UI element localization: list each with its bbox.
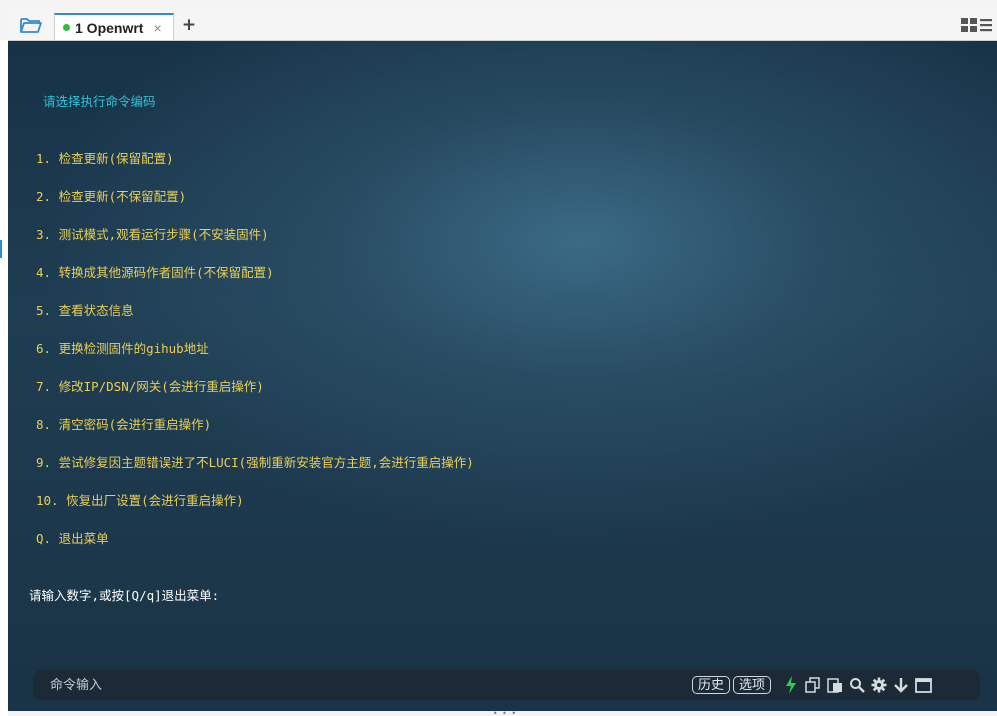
folder-open-icon[interactable]	[18, 15, 44, 35]
menu-option: 1. 检查更新(保留配置)	[36, 151, 174, 166]
tab-bar: 1 Openwrt × +	[8, 9, 997, 41]
bolt-icon[interactable]	[782, 676, 800, 694]
menu-option: 10. 恢复出厂设置(会进行重启操作)	[36, 493, 244, 508]
tab-label: 1 Openwrt	[75, 19, 144, 36]
resize-handle[interactable]: • • • •	[490, 710, 520, 716]
options-button[interactable]: 选项	[733, 676, 772, 694]
arrow-down-icon[interactable]	[892, 676, 910, 694]
terminal-view[interactable]: 请选择执行命令编码 1. 检查更新(保留配置) 2. 检查更新(不保留配置) 3…	[8, 41, 997, 711]
command-bar: 历史 选项	[33, 670, 980, 700]
left-panel-edge	[0, 40, 8, 716]
history-button[interactable]: 历史	[692, 676, 731, 694]
paste-icon[interactable]	[826, 676, 844, 694]
input-prompt: 请输入数字,或按[Q/q]退出菜单:	[29, 588, 220, 603]
app-window: 1 Openwrt × + 请选择执行命令编码 1. 检查更新(保留配置) 2.…	[0, 0, 997, 716]
menu-option: 3. 测试模式,观看运行步骤(不安装固件)	[36, 227, 269, 242]
menu-option: 9. 尝试修复因主题错误进了不LUCI(强制重新安装官方主题,会进行重启操作)	[36, 455, 474, 470]
connected-status-dot	[63, 24, 70, 31]
menu-option: 5. 查看状态信息	[36, 303, 134, 318]
tab-openwrt[interactable]: 1 Openwrt ×	[54, 13, 174, 40]
gear-icon[interactable]	[870, 676, 888, 694]
left-panel-marker	[0, 240, 2, 258]
menu-option: Q. 退出菜单	[36, 531, 109, 546]
menu-option: 6. 更换检测固件的gihub地址	[36, 341, 209, 356]
menu-option: 2. 检查更新(不保留配置)	[36, 189, 187, 204]
search-icon[interactable]	[848, 676, 866, 694]
terminal-output: 请选择执行命令编码 1. 检查更新(保留配置) 2. 检查更新(不保留配置) 3…	[8, 41, 474, 603]
menu-option: 4. 转换成其他源码作者固件(不保留配置)	[36, 265, 274, 280]
window-icon[interactable]	[914, 676, 932, 694]
grid-layout-icon[interactable]	[961, 17, 993, 33]
close-icon[interactable]: ×	[153, 20, 161, 36]
command-toolbar	[782, 676, 932, 694]
copy-icon[interactable]	[804, 676, 822, 694]
menu-lines-icon	[980, 19, 992, 32]
menu-option: 7. 修改IP/DSN/网关(会进行重启操作)	[36, 379, 264, 394]
terminal-menu-title: 请选择执行命令编码	[43, 94, 156, 109]
menu-option: 8. 清空密码(会进行重启操作)	[36, 417, 212, 432]
plus-icon[interactable]: +	[180, 15, 198, 35]
command-input[interactable]	[48, 676, 692, 694]
